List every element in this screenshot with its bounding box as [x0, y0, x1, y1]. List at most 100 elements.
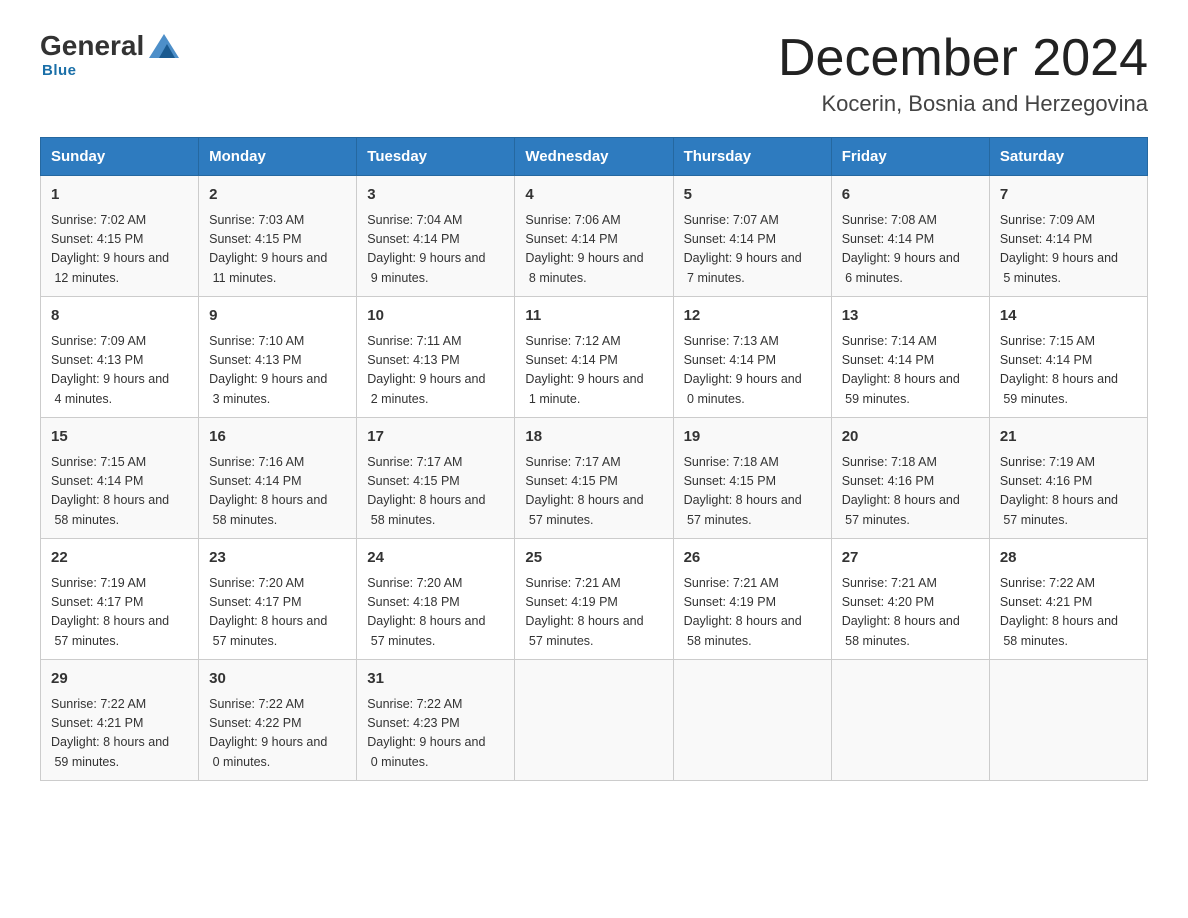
day-info: Sunrise: 7:17 AMSunset: 4:15 PMDaylight:… — [525, 453, 662, 531]
day-info: Sunrise: 7:12 AMSunset: 4:14 PMDaylight:… — [525, 332, 662, 410]
calendar-cell: 1 Sunrise: 7:02 AMSunset: 4:15 PMDaylight… — [41, 176, 199, 297]
calendar-cell: 30Sunrise: 7:22 AMSunset: 4:22 PMDayligh… — [199, 660, 357, 781]
calendar-cell: 9 Sunrise: 7:10 AMSunset: 4:13 PMDaylight… — [199, 297, 357, 418]
day-number: 29 — [51, 668, 188, 691]
day-number: 15 — [51, 426, 188, 449]
day-number: 8 — [51, 305, 188, 328]
calendar-cell: 31 Sunrise: 7:22 AMSunset: 4:23 PMDayligh… — [357, 660, 515, 781]
title-area: December 2024 Kocerin, Bosnia and Herzeg… — [778, 30, 1148, 117]
day-number: 16 — [209, 426, 346, 449]
calendar-cell: 20 Sunrise: 7:18 AMSunset: 4:16 PMDayligh… — [831, 418, 989, 539]
calendar-week-row: 15 Sunrise: 7:15 AMSunset: 4:14 PMDayligh… — [41, 418, 1148, 539]
weekday-header-saturday: Saturday — [989, 138, 1147, 176]
day-info: Sunrise: 7:21 AMSunset: 4:20 PMDaylight:… — [842, 574, 979, 652]
calendar-cell — [515, 660, 673, 781]
day-number: 9 — [209, 305, 346, 328]
day-info: Sunrise: 7:21 AMSunset: 4:19 PMDaylight:… — [525, 574, 662, 652]
day-info: Sunrise: 7:13 AMSunset: 4:14 PMDaylight:… — [684, 332, 821, 410]
calendar-cell: 14Sunrise: 7:15 AMSunset: 4:14 PMDayligh… — [989, 297, 1147, 418]
calendar-cell: 6 Sunrise: 7:08 AMSunset: 4:14 PMDaylight… — [831, 176, 989, 297]
calendar-cell: 8 Sunrise: 7:09 AMSunset: 4:13 PMDaylight… — [41, 297, 199, 418]
day-info: Sunrise: 7:14 AMSunset: 4:14 PMDaylight:… — [842, 332, 979, 410]
day-info: Sunrise: 7:04 AMSunset: 4:14 PMDaylight:… — [367, 211, 504, 289]
calendar-cell: 21 Sunrise: 7:19 AMSunset: 4:16 PMDayligh… — [989, 418, 1147, 539]
weekday-header-tuesday: Tuesday — [357, 138, 515, 176]
day-info: Sunrise: 7:09 AMSunset: 4:13 PMDaylight:… — [51, 332, 188, 410]
page-header: General Blue December 2024 Kocerin, Bosn… — [40, 30, 1148, 117]
weekday-header-thursday: Thursday — [673, 138, 831, 176]
day-info: Sunrise: 7:11 AMSunset: 4:13 PMDaylight:… — [367, 332, 504, 410]
weekday-header-monday: Monday — [199, 138, 357, 176]
calendar-cell: 3Sunrise: 7:04 AMSunset: 4:14 PMDaylight… — [357, 176, 515, 297]
calendar-cell: 4 Sunrise: 7:06 AMSunset: 4:14 PMDaylight… — [515, 176, 673, 297]
day-info: Sunrise: 7:18 AMSunset: 4:16 PMDaylight:… — [842, 453, 979, 531]
day-info: Sunrise: 7:19 AMSunset: 4:17 PMDaylight:… — [51, 574, 188, 652]
day-number: 25 — [525, 547, 662, 570]
day-number: 26 — [684, 547, 821, 570]
calendar-cell — [831, 660, 989, 781]
calendar-cell: 17Sunrise: 7:17 AMSunset: 4:15 PMDayligh… — [357, 418, 515, 539]
logo: General Blue — [40, 30, 184, 79]
calendar-table: SundayMondayTuesdayWednesdayThursdayFrid… — [40, 137, 1148, 781]
calendar-week-row: 8 Sunrise: 7:09 AMSunset: 4:13 PMDaylight… — [41, 297, 1148, 418]
day-number: 1 — [51, 184, 188, 207]
day-number: 27 — [842, 547, 979, 570]
weekday-header-wednesday: Wednesday — [515, 138, 673, 176]
day-info: Sunrise: 7:18 AMSunset: 4:15 PMDaylight:… — [684, 453, 821, 531]
day-info: Sunrise: 7:03 AMSunset: 4:15 PMDaylight:… — [209, 211, 346, 289]
day-number: 28 — [1000, 547, 1137, 570]
day-number: 4 — [525, 184, 662, 207]
calendar-cell: 2Sunrise: 7:03 AMSunset: 4:15 PMDaylight… — [199, 176, 357, 297]
month-title: December 2024 — [778, 30, 1148, 87]
day-number: 31 — [367, 668, 504, 691]
day-info: Sunrise: 7:10 AMSunset: 4:13 PMDaylight:… — [209, 332, 346, 410]
day-info: Sunrise: 7:19 AMSunset: 4:16 PMDaylight:… — [1000, 453, 1137, 531]
calendar-cell: 26 Sunrise: 7:21 AMSunset: 4:19 PMDayligh… — [673, 539, 831, 660]
calendar-cell: 12Sunrise: 7:13 AMSunset: 4:14 PMDayligh… — [673, 297, 831, 418]
day-number: 18 — [525, 426, 662, 449]
day-number: 19 — [684, 426, 821, 449]
day-number: 30 — [209, 668, 346, 691]
day-number: 7 — [1000, 184, 1137, 207]
day-number: 22 — [51, 547, 188, 570]
calendar-cell: 28 Sunrise: 7:22 AMSunset: 4:21 PMDayligh… — [989, 539, 1147, 660]
day-number: 11 — [525, 305, 662, 328]
logo-icon — [145, 30, 183, 62]
calendar-week-row: 22 Sunrise: 7:19 AMSunset: 4:17 PMDayligh… — [41, 539, 1148, 660]
calendar-cell: 25 Sunrise: 7:21 AMSunset: 4:19 PMDayligh… — [515, 539, 673, 660]
calendar-cell: 23 Sunrise: 7:20 AMSunset: 4:17 PMDayligh… — [199, 539, 357, 660]
day-number: 24 — [367, 547, 504, 570]
calendar-cell — [989, 660, 1147, 781]
day-info: Sunrise: 7:22 AMSunset: 4:21 PMDaylight:… — [51, 695, 188, 773]
calendar-cell: 24Sunrise: 7:20 AMSunset: 4:18 PMDayligh… — [357, 539, 515, 660]
calendar-cell: 13 Sunrise: 7:14 AMSunset: 4:14 PMDayligh… — [831, 297, 989, 418]
day-info: Sunrise: 7:21 AMSunset: 4:19 PMDaylight:… — [684, 574, 821, 652]
day-number: 13 — [842, 305, 979, 328]
day-info: Sunrise: 7:16 AMSunset: 4:14 PMDaylight:… — [209, 453, 346, 531]
day-number: 23 — [209, 547, 346, 570]
day-number: 21 — [1000, 426, 1137, 449]
calendar-cell: 19 Sunrise: 7:18 AMSunset: 4:15 PMDayligh… — [673, 418, 831, 539]
day-info: Sunrise: 7:09 AMSunset: 4:14 PMDaylight:… — [1000, 211, 1137, 289]
day-info: Sunrise: 7:02 AMSunset: 4:15 PMDaylight:… — [51, 211, 188, 289]
day-info: Sunrise: 7:20 AMSunset: 4:17 PMDaylight:… — [209, 574, 346, 652]
logo-general-text: General — [40, 30, 144, 62]
calendar-cell: 29 Sunrise: 7:22 AMSunset: 4:21 PMDayligh… — [41, 660, 199, 781]
weekday-header-sunday: Sunday — [41, 138, 199, 176]
day-info: Sunrise: 7:22 AMSunset: 4:21 PMDaylight:… — [1000, 574, 1137, 652]
calendar-week-row: 29 Sunrise: 7:22 AMSunset: 4:21 PMDayligh… — [41, 660, 1148, 781]
day-info: Sunrise: 7:06 AMSunset: 4:14 PMDaylight:… — [525, 211, 662, 289]
day-number: 10 — [367, 305, 504, 328]
day-number: 6 — [842, 184, 979, 207]
calendar-cell: 10 Sunrise: 7:11 AMSunset: 4:13 PMDayligh… — [357, 297, 515, 418]
calendar-cell: 18 Sunrise: 7:17 AMSunset: 4:15 PMDayligh… — [515, 418, 673, 539]
calendar-cell: 15 Sunrise: 7:15 AMSunset: 4:14 PMDayligh… — [41, 418, 199, 539]
day-number: 14 — [1000, 305, 1137, 328]
weekday-header-friday: Friday — [831, 138, 989, 176]
day-number: 20 — [842, 426, 979, 449]
day-info: Sunrise: 7:22 AMSunset: 4:23 PMDaylight:… — [367, 695, 504, 773]
location-subtitle: Kocerin, Bosnia and Herzegovina — [778, 91, 1148, 117]
calendar-cell: 5Sunrise: 7:07 AMSunset: 4:14 PMDaylight… — [673, 176, 831, 297]
day-info: Sunrise: 7:15 AMSunset: 4:14 PMDaylight:… — [51, 453, 188, 531]
day-info: Sunrise: 7:08 AMSunset: 4:14 PMDaylight:… — [842, 211, 979, 289]
